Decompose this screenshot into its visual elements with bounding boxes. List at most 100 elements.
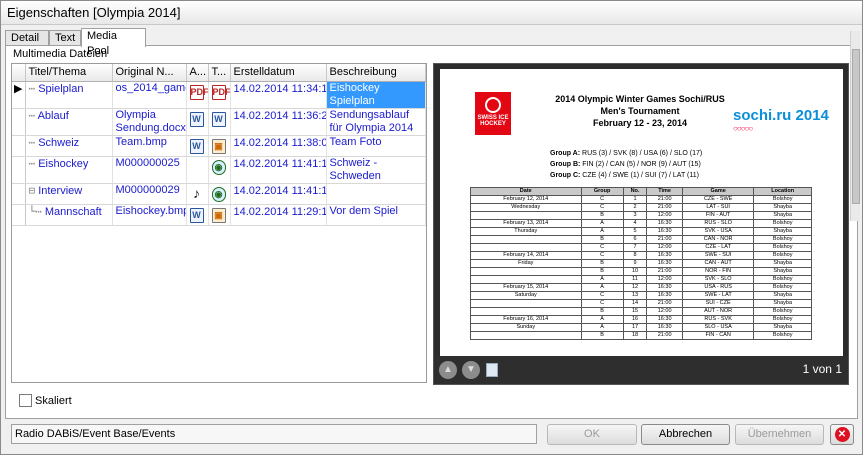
vertical-scrollbar[interactable]: [850, 31, 860, 221]
apply-button[interactable]: Übernehmen: [735, 424, 824, 445]
schedule-cell-no: 13: [622, 291, 648, 300]
row-indicator[interactable]: ▶: [12, 81, 26, 109]
header-title[interactable]: Titel/Thema: [25, 64, 113, 82]
schedule-header: Date: [470, 187, 582, 196]
table-row[interactable]: ▶⋯ Spielplanos_2014_game_PDFPDF14.02.201…: [12, 81, 426, 109]
header-description[interactable]: Beschreibung: [326, 64, 426, 82]
schedule-cell-date: [470, 267, 582, 276]
cell-description[interactable]: Eishockey Spielplan: [326, 81, 426, 109]
schedule-cell-date: February 14, 2014: [470, 251, 582, 260]
schedule-cell-date: [470, 331, 582, 340]
net-file-icon: ◉: [211, 159, 226, 175]
cell-description[interactable]: Sendungsablauf für Olympia 2014: [326, 108, 426, 136]
cancel-button[interactable]: Abbrechen: [641, 424, 730, 445]
cell-a-icon[interactable]: W: [186, 135, 209, 157]
cell-t-icon[interactable]: PDF: [208, 81, 231, 109]
table-row[interactable]: └⋯ Mannschaft Eishockey.bmp W ▣ 14.02.2014 1…: [12, 204, 426, 226]
cell-created-date[interactable]: 14.02.2014 11:38:04: [230, 135, 327, 157]
schedule-cell-date: [470, 211, 582, 220]
row-indicator[interactable]: [12, 183, 26, 205]
next-page-button[interactable]: ▼: [462, 361, 480, 379]
cell-t-icon[interactable]: ▣: [208, 204, 231, 226]
ok-button[interactable]: OK: [547, 424, 637, 445]
cell-t-icon[interactable]: ◉: [208, 156, 231, 184]
header-created-date[interactable]: Erstelldatum: [230, 64, 327, 82]
schedule-cell-group: C: [580, 203, 624, 212]
tree-connector: ⋯: [28, 156, 36, 170]
cell-description[interactable]: Schweiz - Schweden: [326, 156, 426, 184]
cell-original-name[interactable]: M000000025: [112, 156, 187, 184]
schedule-cell-loc: Shayba: [753, 211, 812, 220]
schedule-cell-time: 16:30: [646, 323, 683, 332]
cell-original-name[interactable]: Team.bmp: [112, 135, 187, 157]
row-indicator[interactable]: [12, 108, 26, 136]
cell-original-name[interactable]: os_2014_game_: [112, 81, 187, 109]
table-row[interactable]: ⋯ Ablauf Olympia Sendung.docx W W 14.02.2014…: [12, 108, 426, 136]
cell-original-name[interactable]: Olympia Sendung.docx: [112, 108, 187, 136]
schedule-cell-date: Wednesday: [470, 203, 582, 212]
schedule-cell-group: C: [580, 299, 624, 308]
table-row[interactable]: ⋯ Eishockey M000000025 ◉ 14.02.2014 11:41:1…: [12, 156, 426, 184]
schedule-cell-group: B: [580, 331, 624, 340]
row-indicator[interactable]: [12, 135, 26, 157]
scrollbar-thumb[interactable]: [852, 49, 860, 204]
cell-description[interactable]: Team Foto: [326, 135, 426, 157]
title-text: Interview: [38, 184, 83, 197]
scaled-option[interactable]: Skaliert: [19, 394, 72, 407]
cell-a-icon[interactable]: [186, 156, 209, 184]
schedule-cell-no: 15: [622, 307, 648, 316]
cell-a-icon[interactable]: PDF: [186, 81, 209, 109]
cell-t-icon[interactable]: W: [208, 108, 231, 136]
cell-title[interactable]: └⋯ Mannschaft: [25, 204, 113, 226]
cell-title[interactable]: ⋯ Schweiz: [25, 135, 113, 157]
schedule-cell-game: SUI - CZE: [681, 299, 755, 308]
cell-original-name[interactable]: Eishockey.bmp: [112, 204, 187, 226]
schedule-cell-group: A: [580, 219, 624, 228]
schedule-cell-time: 21:00: [646, 331, 683, 340]
schedule-row: Sunday A 17 16:30 SLO - USA Shayba: [470, 323, 812, 332]
cell-description[interactable]: Vor dem Spiel: [326, 204, 426, 226]
cell-title[interactable]: ⋯ Eishockey: [25, 156, 113, 184]
cell-a-icon[interactable]: W: [186, 204, 209, 226]
page-view-icon[interactable]: [486, 363, 498, 377]
cell-a-icon[interactable]: ♪: [186, 183, 209, 205]
title-text: Spielplan: [38, 82, 84, 95]
schedule-cell-loc: Shayba: [753, 259, 812, 268]
schedule-cell-loc: Bolshoy: [753, 331, 812, 340]
table-row[interactable]: ⊟ Interview M000000029 ♪ ◉ 14.02.2014 11:41:…: [12, 183, 426, 205]
schedule-cell-game: SVK - USA: [681, 227, 755, 236]
header-original-name[interactable]: Original N...: [112, 64, 187, 82]
cell-created-date[interactable]: 14.02.2014 11:36:22: [230, 108, 327, 136]
tab-text[interactable]: Text: [49, 30, 81, 46]
table-row[interactable]: ⋯ Schweiz Team.bmp W ▣ 14.02.2014 11:38:04 Te…: [12, 135, 426, 157]
schedule-cell-no: 16: [622, 315, 648, 324]
tab-media-pool[interactable]: Media Pool: [81, 28, 146, 57]
cell-created-date[interactable]: 14.02.2014 11:34:14: [230, 81, 327, 109]
cell-t-icon[interactable]: ▣: [208, 135, 231, 157]
cell-title[interactable]: ⋯ Ablauf: [25, 108, 113, 136]
cell-description[interactable]: [326, 183, 426, 205]
cell-created-date[interactable]: 14.02.2014 11:41:11: [230, 156, 327, 184]
schedule-cell-time: 12:00: [646, 243, 683, 252]
cell-created-date[interactable]: 14.02.2014 11:29:11: [230, 204, 327, 226]
row-indicator[interactable]: [12, 156, 26, 184]
scaled-checkbox[interactable]: [19, 394, 32, 407]
schedule-cell-loc: Bolshoy: [753, 195, 812, 204]
schedule-cell-time: 21:00: [646, 203, 683, 212]
cell-original-name[interactable]: M000000029: [112, 183, 187, 205]
schedule-cell-no: 2: [622, 203, 648, 212]
previous-page-button[interactable]: ▲: [439, 361, 457, 379]
cell-created-date[interactable]: 14.02.2014 11:41:11: [230, 183, 327, 205]
header-t[interactable]: T...: [208, 64, 231, 82]
cell-title[interactable]: ⋯ Spielplan: [25, 81, 113, 109]
row-indicator[interactable]: [12, 204, 26, 226]
tab-detail[interactable]: Detail: [5, 30, 49, 46]
cell-a-icon[interactable]: W: [186, 108, 209, 136]
schedule-cell-date: February 16, 2014: [470, 315, 582, 324]
cell-title[interactable]: ⊟ Interview: [25, 183, 113, 205]
schedule-cell-group: B: [580, 211, 624, 220]
cell-t-icon[interactable]: ◉: [208, 183, 231, 205]
schedule-cell-group: A: [580, 315, 624, 324]
header-a[interactable]: A...: [186, 64, 209, 82]
close-button[interactable]: ✕: [830, 424, 854, 445]
